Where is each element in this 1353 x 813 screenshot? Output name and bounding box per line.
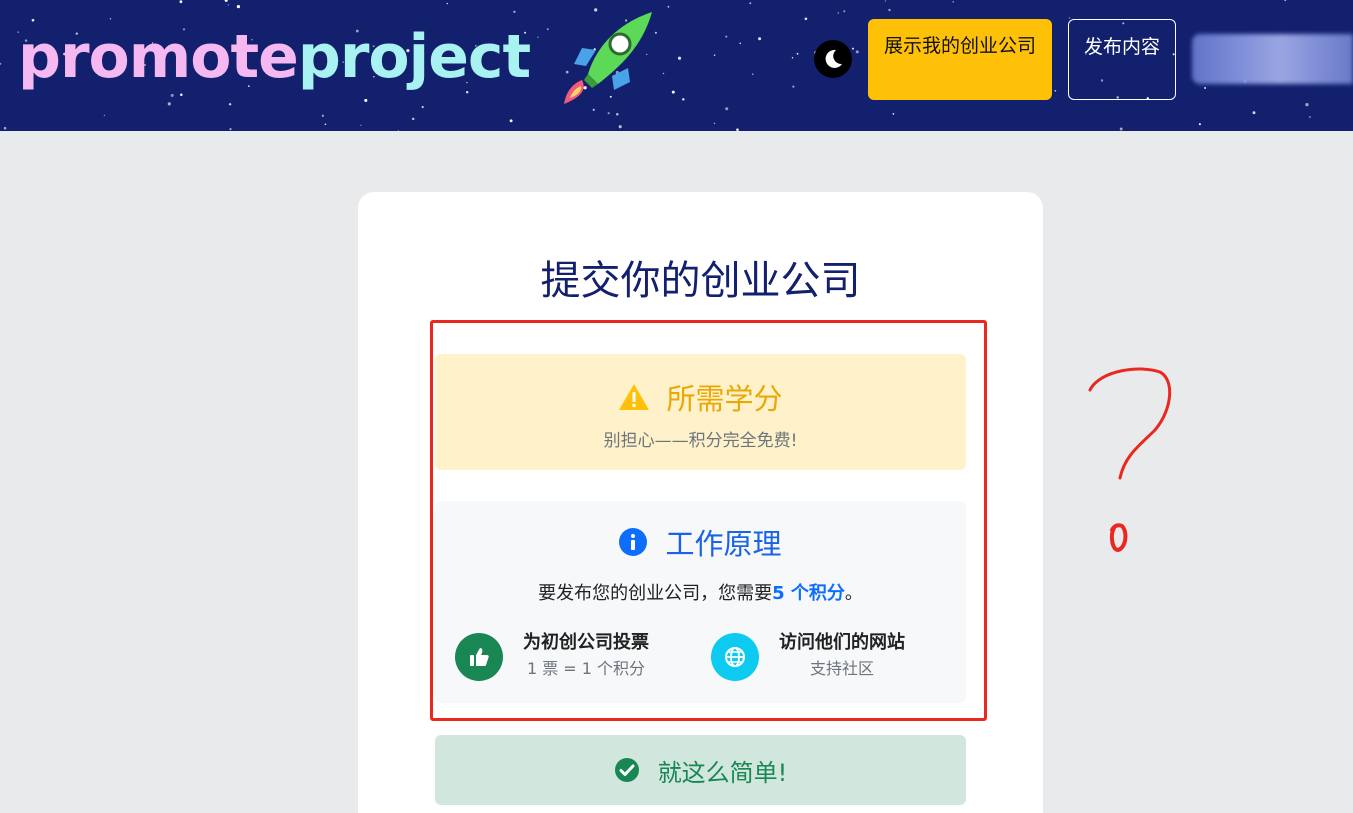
star	[671, 90, 675, 94]
star	[725, 35, 728, 38]
theme-toggle-button[interactable]	[814, 40, 852, 78]
star	[616, 113, 619, 116]
star	[0, 62, 2, 65]
star	[236, 4, 241, 9]
star	[1119, 127, 1123, 131]
star	[804, 17, 808, 21]
star	[180, 93, 183, 97]
logo-part-project: project	[297, 22, 531, 92]
success-text: 就这么简单!	[657, 758, 788, 787]
star	[1309, 116, 1311, 118]
star	[618, 125, 622, 129]
star	[892, 113, 895, 115]
star	[364, 98, 368, 102]
star	[229, 128, 232, 131]
star	[1068, 17, 1071, 19]
star	[855, 50, 859, 54]
star	[167, 102, 171, 106]
star	[852, 47, 854, 50]
star	[752, 73, 754, 76]
star	[509, 119, 513, 123]
star	[677, 56, 682, 60]
star	[758, 37, 762, 41]
star	[103, 114, 106, 117]
star	[360, 124, 362, 126]
star	[682, 98, 685, 101]
star	[843, 10, 846, 13]
star	[792, 85, 795, 88]
show-my-startup-button[interactable]: 展示我的创业公司	[868, 19, 1052, 100]
star	[1198, 123, 1201, 126]
logo-part-promote: promote	[18, 22, 299, 92]
site-logo[interactable]: promoteproject	[18, 22, 531, 92]
page-title: 提交你的创业公司	[540, 258, 861, 304]
star	[739, 42, 741, 45]
star	[1054, 89, 1057, 92]
star	[736, 128, 739, 131]
star	[170, 93, 174, 97]
star	[421, 105, 424, 109]
handwritten-question-mark	[1088, 367, 1172, 553]
star	[513, 10, 516, 13]
star	[1252, 111, 1256, 115]
star	[109, 18, 112, 20]
star	[537, 36, 539, 38]
star	[411, 117, 415, 121]
star	[749, 2, 752, 5]
star	[321, 114, 325, 117]
star	[3, 126, 7, 130]
star	[179, 0, 183, 4]
top-header: promoteproject 展示我的创业公司 发布内容	[0, 0, 1353, 131]
star	[592, 108, 595, 111]
check-circle-icon	[614, 758, 639, 782]
annotation-highlight-box	[430, 320, 987, 721]
star	[667, 5, 670, 8]
star	[227, 4, 229, 6]
star	[397, 130, 400, 131]
star	[713, 54, 716, 56]
star	[791, 57, 794, 59]
publish-content-button[interactable]: 发布内容	[1068, 19, 1176, 100]
rocket-icon	[564, 12, 652, 104]
star	[324, 123, 327, 126]
star	[662, 72, 665, 75]
star	[546, 28, 549, 31]
star	[713, 122, 716, 125]
user-menu-blurred[interactable]	[1192, 34, 1353, 84]
star	[607, 112, 610, 115]
star	[725, 107, 729, 111]
success-alert: 就这么简单!	[435, 735, 966, 805]
star	[888, 8, 891, 12]
star	[837, 12, 839, 14]
star	[1204, 87, 1207, 89]
moon-icon	[825, 49, 842, 68]
star	[952, 1, 954, 3]
star	[224, 0, 228, 2]
star	[1305, 102, 1309, 107]
star	[796, 52, 799, 55]
star	[228, 103, 232, 106]
star	[1284, 0, 1287, 2]
star	[884, 0, 887, 2]
star	[446, 2, 448, 5]
